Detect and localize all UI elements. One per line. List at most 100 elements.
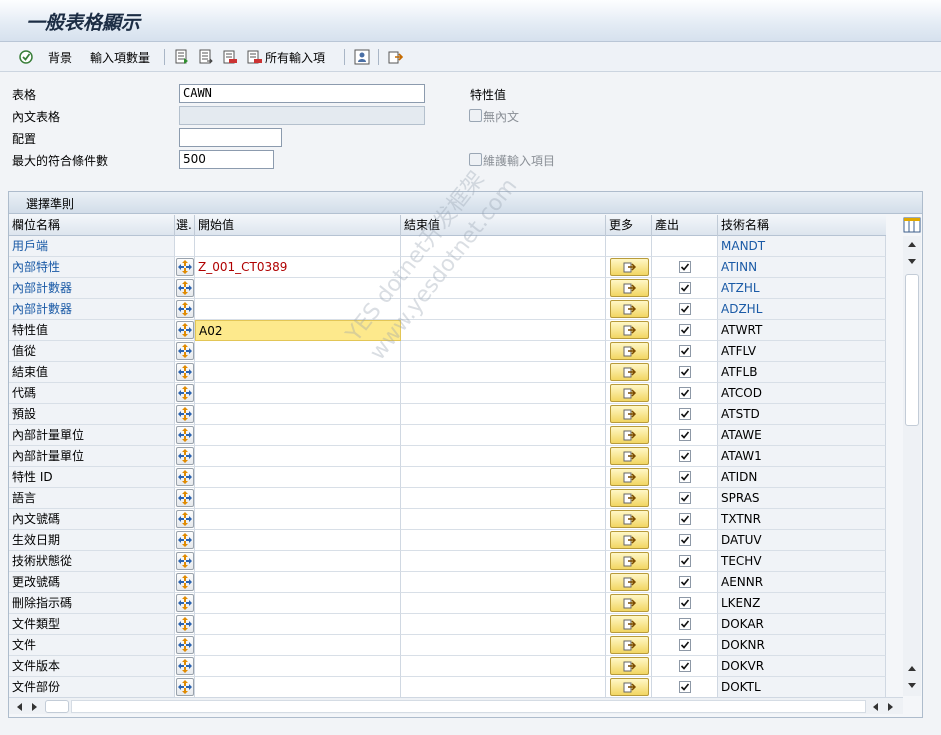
end-value-cell[interactable] <box>401 257 606 278</box>
scroll-left-icon[interactable] <box>871 702 879 712</box>
end-value-cell[interactable] <box>401 425 606 446</box>
output-checkbox[interactable] <box>679 618 691 630</box>
end-value-cell[interactable] <box>401 278 606 299</box>
start-value-cell[interactable] <box>195 614 401 635</box>
table-settings-button[interactable] <box>903 216 921 234</box>
output-checkbox[interactable] <box>679 681 691 693</box>
selection-options-button[interactable] <box>176 489 194 507</box>
start-value-cell[interactable] <box>195 677 401 698</box>
start-value-cell[interactable] <box>195 509 401 530</box>
multiple-selection-button[interactable] <box>610 678 649 696</box>
end-value-cell[interactable] <box>401 593 606 614</box>
output-checkbox[interactable] <box>679 639 691 651</box>
scroll-down-icon[interactable] <box>907 258 917 266</box>
selection-options-button[interactable] <box>176 636 194 654</box>
multiple-selection-button[interactable] <box>610 552 649 570</box>
end-value-cell[interactable] <box>401 677 606 698</box>
execute-button[interactable] <box>18 47 34 67</box>
start-value-cell[interactable] <box>195 635 401 656</box>
multiple-selection-button[interactable] <box>610 405 649 423</box>
horizontal-scrollbar[interactable] <box>9 697 903 714</box>
selection-options-button[interactable] <box>176 594 194 612</box>
horizontal-scroll-track[interactable] <box>71 700 866 713</box>
background-button[interactable]: 背景 <box>48 47 72 67</box>
start-value-cell[interactable] <box>195 572 401 593</box>
output-checkbox[interactable] <box>679 534 691 546</box>
delete-row-button[interactable] <box>222 47 238 67</box>
deselect-button[interactable] <box>198 47 214 67</box>
selection-options-button[interactable] <box>176 426 194 444</box>
col-sel[interactable]: 選. <box>175 215 195 236</box>
start-value-cell[interactable] <box>195 278 401 299</box>
col-tech[interactable]: 技術名稱 <box>718 215 886 236</box>
multiple-selection-button[interactable] <box>610 636 649 654</box>
scroll-down-icon[interactable] <box>907 682 917 690</box>
scroll-up-icon[interactable] <box>907 664 917 672</box>
output-checkbox[interactable] <box>679 366 691 378</box>
all-entries-button[interactable]: 所有輸入項 <box>247 47 325 67</box>
vertical-scroll-thumb[interactable] <box>905 274 919 426</box>
multiple-selection-button[interactable] <box>610 468 649 486</box>
max-hits-input[interactable]: 500 <box>179 150 274 169</box>
selection-options-button[interactable] <box>176 258 194 276</box>
start-value-cell[interactable]: Z_001_CT0389 <box>195 257 401 278</box>
start-value-cell[interactable] <box>195 299 401 320</box>
multiple-selection-button[interactable] <box>610 489 649 507</box>
horizontal-scroll-thumb[interactable] <box>45 700 69 713</box>
start-value-cell[interactable] <box>195 404 401 425</box>
start-value-cell[interactable] <box>195 446 401 467</box>
col-output[interactable]: 產出 <box>652 215 718 236</box>
start-value-cell[interactable] <box>195 467 401 488</box>
config-input[interactable] <box>179 128 282 147</box>
scroll-left-icon[interactable] <box>15 702 23 712</box>
start-value-cell[interactable] <box>195 530 401 551</box>
field-selection-button[interactable] <box>354 47 370 67</box>
multiple-selection-button[interactable] <box>610 426 649 444</box>
col-end[interactable]: 結束值 <box>401 215 606 236</box>
selection-options-button[interactable] <box>176 279 194 297</box>
col-start[interactable]: 開始值 <box>195 215 401 236</box>
multiple-selection-button[interactable] <box>610 594 649 612</box>
end-value-cell[interactable] <box>401 551 606 572</box>
selection-options-button[interactable] <box>176 552 194 570</box>
end-value-cell[interactable] <box>401 488 606 509</box>
multiple-selection-button[interactable] <box>610 531 649 549</box>
scroll-right-icon[interactable] <box>887 702 895 712</box>
multiple-selection-button[interactable] <box>610 384 649 402</box>
end-value-cell[interactable] <box>401 341 606 362</box>
end-value-cell[interactable] <box>401 404 606 425</box>
scroll-up-icon[interactable] <box>907 240 917 248</box>
multiple-selection-button[interactable] <box>610 447 649 465</box>
output-checkbox[interactable] <box>679 282 691 294</box>
vertical-scrollbar[interactable] <box>903 236 921 696</box>
selection-options-button[interactable] <box>176 321 194 339</box>
end-value-cell[interactable] <box>401 614 606 635</box>
no-text-checkbox[interactable] <box>469 109 482 122</box>
start-value-cell[interactable] <box>195 341 401 362</box>
end-value-cell[interactable] <box>401 530 606 551</box>
multiple-selection-button[interactable] <box>610 321 649 339</box>
start-value-cell[interactable] <box>195 593 401 614</box>
end-value-cell[interactable] <box>401 299 606 320</box>
end-value-cell[interactable] <box>401 509 606 530</box>
export-button[interactable] <box>388 47 404 67</box>
start-value-input-focused[interactable]: A02 <box>195 320 401 341</box>
output-checkbox[interactable] <box>679 597 691 609</box>
output-checkbox[interactable] <box>679 660 691 672</box>
selection-options-button[interactable] <box>176 510 194 528</box>
multiple-selection-button[interactable] <box>610 300 649 318</box>
start-value-cell[interactable] <box>195 488 401 509</box>
output-checkbox[interactable] <box>679 429 691 441</box>
selection-options-button[interactable] <box>176 384 194 402</box>
output-checkbox[interactable] <box>679 324 691 336</box>
end-value-cell[interactable] <box>401 446 606 467</box>
selection-options-button[interactable] <box>176 447 194 465</box>
selection-options-button[interactable] <box>176 678 194 696</box>
selection-options-button[interactable] <box>176 363 194 381</box>
multiple-selection-button[interactable] <box>610 657 649 675</box>
maintain-entries-checkbox[interactable] <box>469 153 482 166</box>
output-checkbox[interactable] <box>679 471 691 483</box>
selection-options-button[interactable] <box>176 405 194 423</box>
table-input[interactable]: CAWN <box>179 84 425 103</box>
start-value-cell[interactable] <box>195 656 401 677</box>
